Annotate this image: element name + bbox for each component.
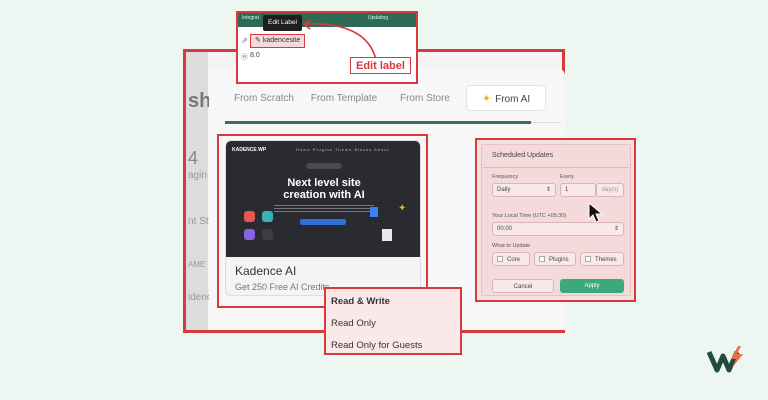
preview-button (300, 219, 346, 225)
edit-label-tooltip: Edit Label (263, 15, 302, 31)
checkbox-icon (585, 256, 591, 262)
chevron-updown-icon: ⇕ (545, 187, 551, 193)
checkbox-label: Themes (595, 257, 617, 263)
preview-tile (262, 211, 273, 222)
tab-from-ai[interactable]: ✦ From AI (466, 85, 546, 111)
card-title: Kadence AI (235, 264, 297, 278)
kadence-ai-card[interactable]: KADENCE WP Home Plugins Theme Blocks Abo… (225, 140, 421, 296)
preview-subtext (274, 205, 374, 213)
checkbox-core[interactable]: Core (492, 252, 530, 266)
site-label-chip[interactable]: ✎ kadencesite (250, 34, 306, 48)
preview-tile (262, 229, 273, 240)
preview-tile (244, 211, 255, 222)
checkbox-label: Plugins (549, 257, 569, 263)
checkbox-icon (539, 256, 545, 262)
wordpress-icon: ⓦ (241, 54, 248, 61)
frequency-select[interactable]: Daily ⇕ (492, 183, 556, 197)
background-fragment: agin (188, 170, 207, 181)
stack-icon (382, 229, 392, 241)
preview-tile (244, 229, 255, 240)
site-label-text: kadencesite (262, 37, 301, 44)
option-read-only[interactable]: Read Only (331, 318, 376, 329)
preview-headline-line: Next level site (287, 177, 361, 189)
checkbox-plugins[interactable]: Plugins (534, 252, 576, 266)
edit-icon: ✎ (255, 37, 261, 44)
checkbox-icon (497, 256, 503, 262)
what-to-update-label: What to Update (492, 243, 531, 249)
sparkle-icon: ✦ (481, 93, 492, 105)
tab-divider (531, 122, 561, 123)
every-input[interactable]: 1 (560, 183, 596, 197)
mouse-cursor-icon (588, 201, 604, 229)
chevron-updown-icon: ⇕ (613, 226, 619, 232)
frequency-label: Frequency (492, 174, 518, 180)
checkbox-themes[interactable]: Themes (580, 252, 624, 266)
sparkle-icon: ✦ (398, 203, 407, 214)
checkbox-label: Core (507, 257, 521, 263)
every-unit: day(s) (596, 183, 624, 197)
preview-nav: Home Plugins Theme Blocks About (296, 147, 390, 152)
background-fragment: AME (188, 260, 206, 269)
tab-from-ai-label: From AI (495, 94, 531, 105)
option-read-only-guests[interactable]: Read Only for Guests (331, 340, 422, 351)
dialog-divider (483, 167, 629, 168)
kadence-mark-icon (370, 207, 378, 217)
kadence-logo: KADENCE WP (232, 147, 267, 153)
card-preview-image: KADENCE WP Home Plugins Theme Blocks Abo… (226, 141, 420, 257)
option-read-write[interactable]: Read & Write (331, 296, 390, 307)
frequency-value: Daily (497, 187, 511, 193)
time-select[interactable]: 00:00 ⇕ (492, 222, 624, 236)
preview-pill (306, 163, 342, 169)
card-subtitle: Get 250 Free AI Credits (235, 282, 330, 292)
cancel-button[interactable]: Cancel (492, 279, 554, 293)
every-label: Every (560, 174, 575, 180)
edit-label-callout: Edit label (350, 57, 411, 74)
preview-headline-line: creation with AI (283, 189, 365, 201)
wordpress-version: 8.0 (250, 52, 260, 59)
scheduled-updates-title: Scheduled Updates (492, 152, 554, 159)
tab-from-template[interactable]: From Template (308, 88, 380, 110)
brand-logo-icon (706, 344, 745, 381)
time-value: 00:00 (497, 226, 513, 232)
tab-from-scratch[interactable]: From Scratch (230, 88, 298, 110)
external-link-icon[interactable]: ⇗ (241, 36, 248, 45)
preview-headline: Next level site creation with AI (226, 177, 420, 201)
local-time-label: Your Local Time (UTC +05:30) (492, 213, 567, 219)
tab-from-store[interactable]: From Store (394, 88, 456, 110)
apply-button[interactable]: Apply (560, 279, 624, 293)
tab-indicator (225, 121, 531, 124)
background-fragment: 4 (188, 148, 199, 168)
topbar-fragment: Integrat (242, 15, 259, 21)
